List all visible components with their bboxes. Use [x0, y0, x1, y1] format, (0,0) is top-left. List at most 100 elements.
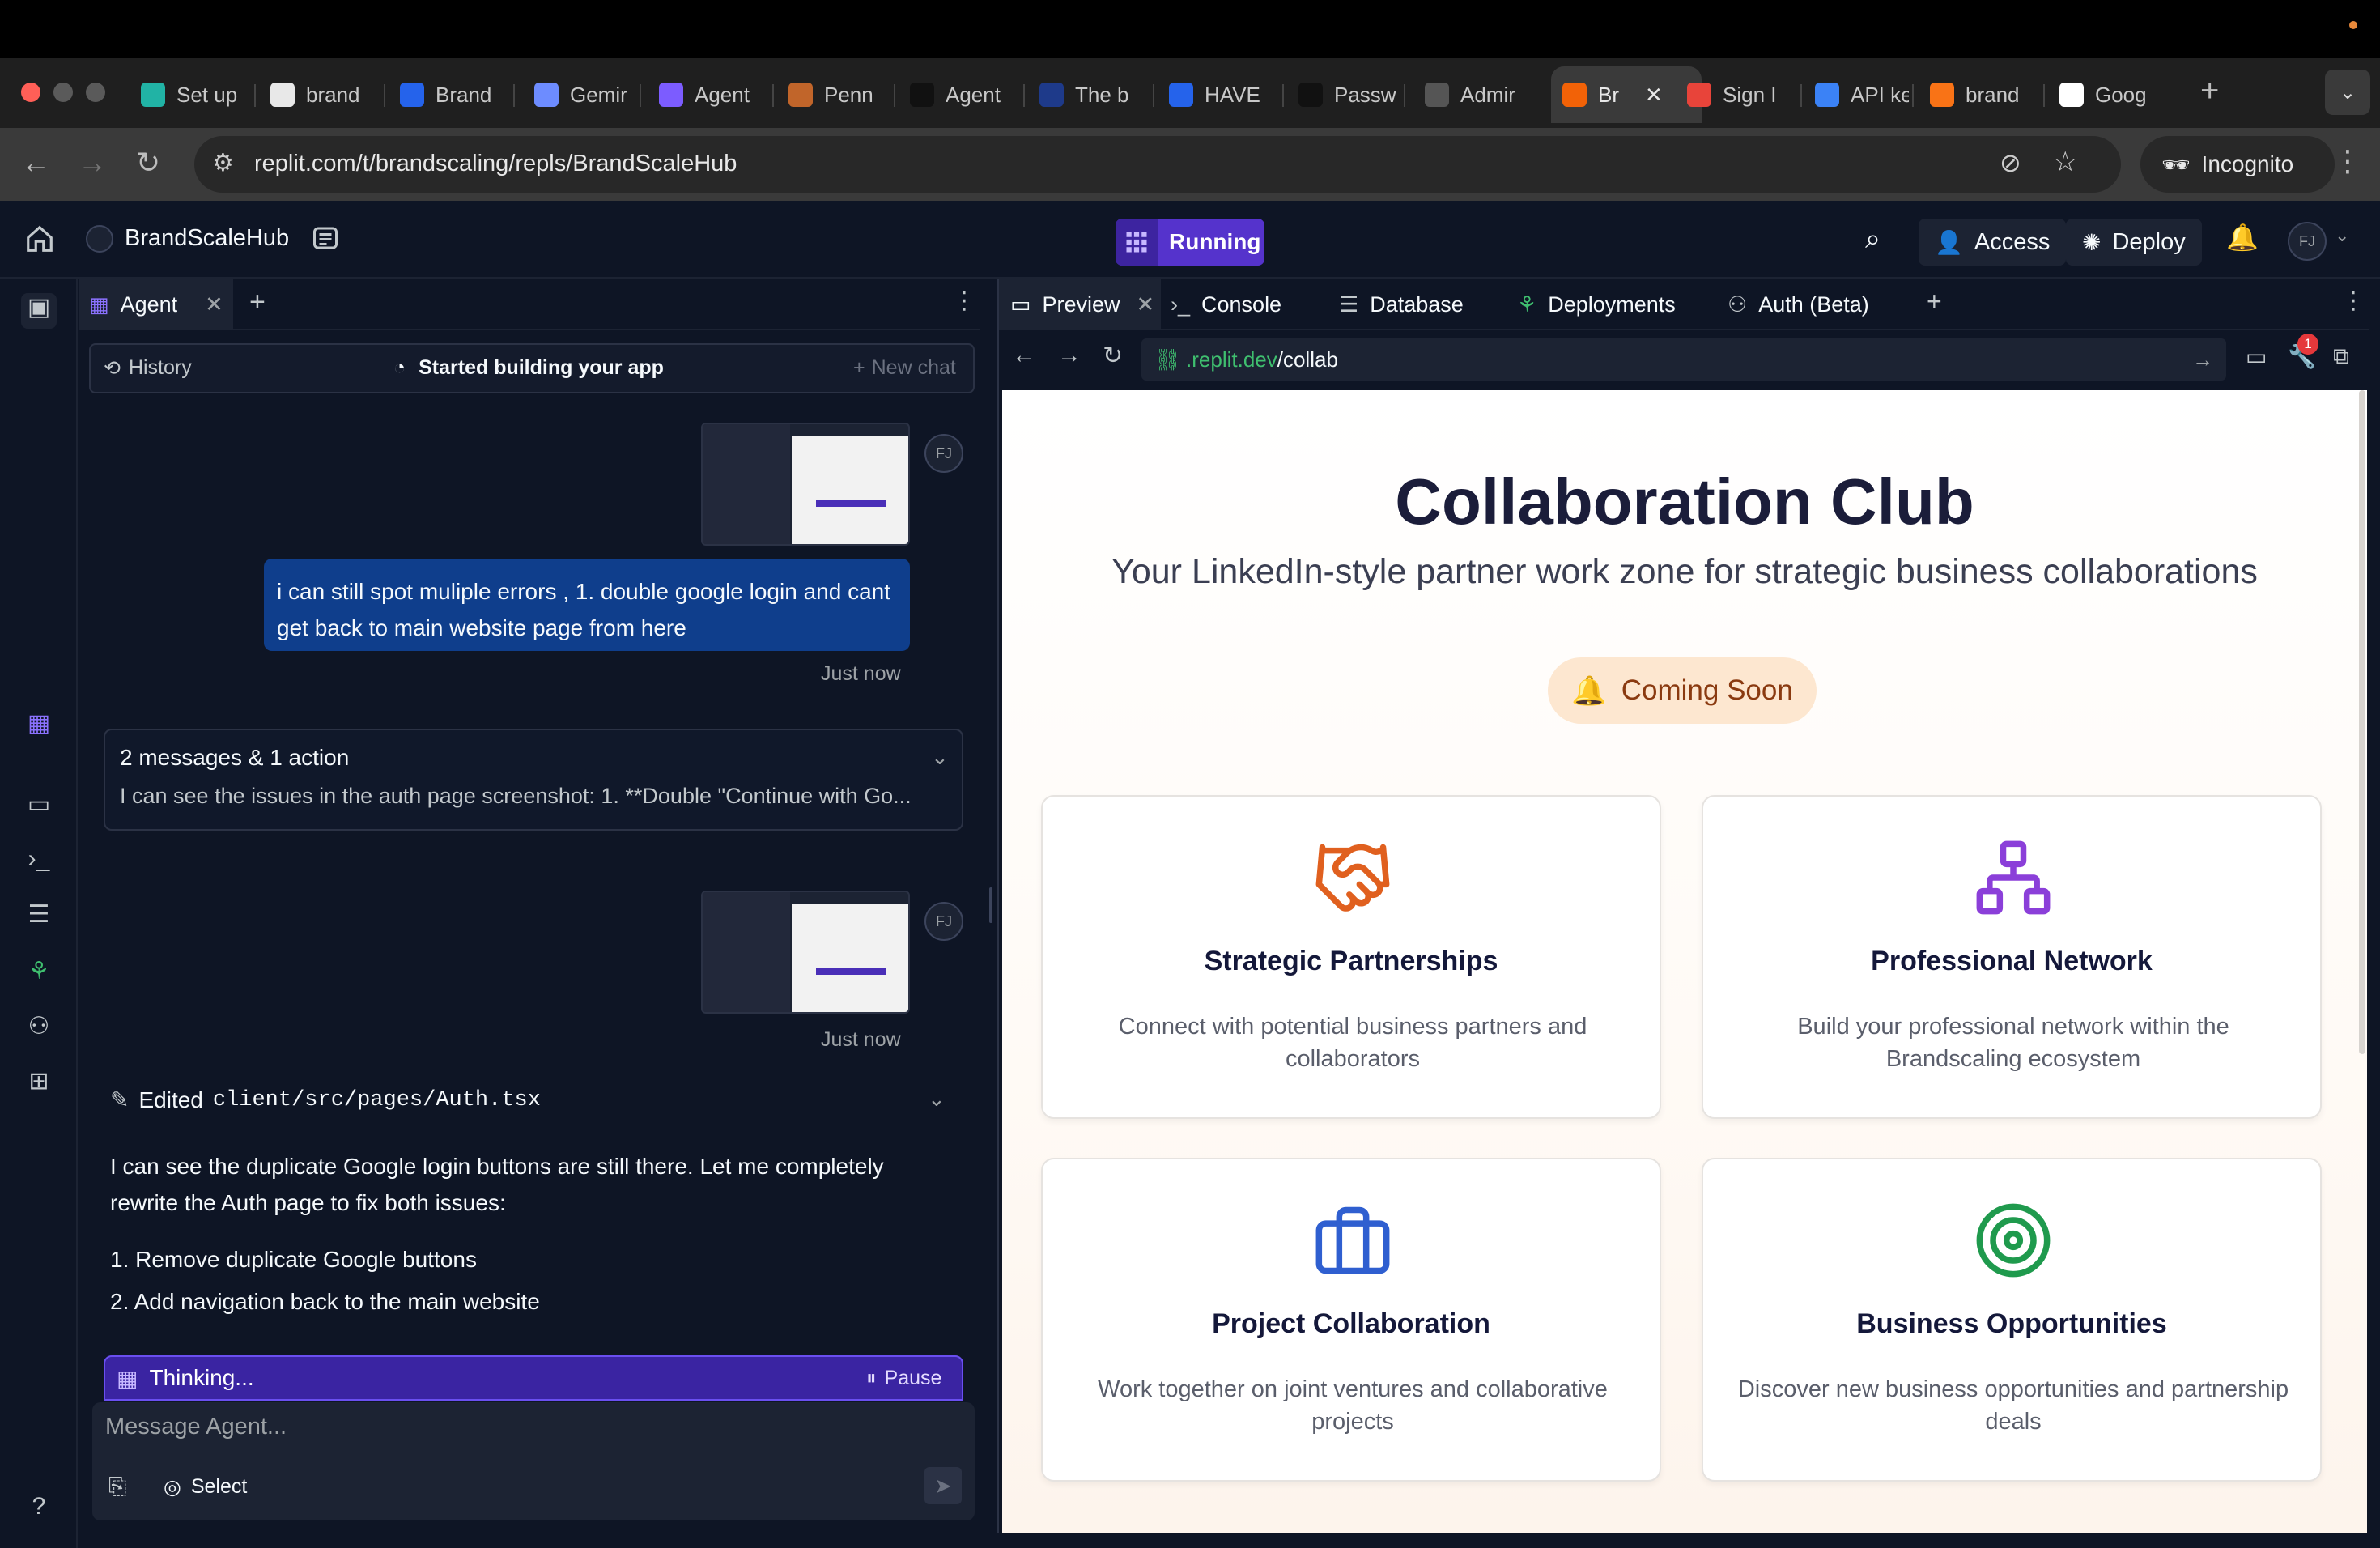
user-initials: FJ: [2299, 232, 2315, 249]
tab-deployments[interactable]: ⚘ Deployments: [1517, 279, 1676, 330]
browser-tab[interactable]: Set up: [130, 66, 251, 123]
tab-search-button[interactable]: ⌄: [2325, 70, 2370, 115]
go-arrow-icon[interactable]: →: [2192, 347, 2213, 372]
new-chat-button[interactable]: + New chat: [853, 356, 956, 380]
tab-console[interactable]: ›_ Console: [1171, 279, 1281, 330]
browser-tab[interactable]: API ke: [1804, 66, 1909, 123]
browser-tab[interactable]: Brand: [389, 66, 510, 123]
deployments-tool-icon[interactable]: ⚘: [24, 957, 53, 986]
run-status-button[interactable]: Running: [1116, 219, 1264, 266]
tab-database[interactable]: ☰ Database: [1339, 279, 1464, 330]
new-tab-button[interactable]: +: [2200, 73, 2219, 109]
handshake-icon: [1312, 837, 1393, 918]
panel-menu-icon[interactable]: ⋮: [2341, 287, 2365, 315]
site-info-icon[interactable]: ⚙: [212, 149, 234, 177]
minimize-window-button[interactable]: [53, 83, 73, 102]
tab-separator: [1912, 84, 1914, 107]
browser-tab[interactable]: Goog: [2048, 66, 2170, 123]
edited-file-row[interactable]: ✎ Edited client/src/pages/Auth.tsx: [110, 1087, 541, 1113]
incognito-badge[interactable]: 🕶 Incognito: [2140, 136, 2335, 193]
preview-forward-icon[interactable]: →: [1057, 342, 1082, 369]
edit-file-icon: ✎: [110, 1087, 130, 1112]
zoom-window-button[interactable]: [86, 83, 105, 102]
eye-off-icon[interactable]: ⊘: [2000, 147, 2021, 178]
back-icon[interactable]: ←: [21, 146, 50, 180]
tab-separator: [384, 84, 385, 107]
preview-back-icon[interactable]: ←: [1012, 342, 1036, 369]
database-tool-icon[interactable]: ☰: [24, 900, 53, 929]
open-new-window-icon[interactable]: ⧉: [2333, 343, 2349, 370]
browser-tab[interactable]: Passw: [1287, 66, 1400, 123]
device-preview-icon[interactable]: ▭: [2246, 343, 2267, 370]
reload-icon[interactable]: ↻: [136, 146, 160, 180]
all-tools-icon[interactable]: ⊞: [24, 1067, 53, 1096]
tab-agent[interactable]: ▦ Agent ✕: [79, 279, 233, 330]
search-icon[interactable]: ⌕: [1865, 223, 1881, 255]
tab-auth[interactable]: ⚇ Auth (Beta): [1728, 279, 1869, 330]
add-tab-button[interactable]: +: [1927, 287, 1942, 317]
send-button[interactable]: ➤: [924, 1467, 962, 1504]
project-files-icon[interactable]: [311, 223, 342, 254]
browser-tab[interactable]: Gemir: [523, 66, 636, 123]
close-window-button[interactable]: [21, 83, 40, 102]
auth-tool-icon[interactable]: ⚇: [24, 1012, 53, 1041]
deployments-icon: ⚘: [1517, 291, 1537, 317]
browser-tab[interactable]: The b: [1028, 66, 1150, 123]
project-name[interactable]: BrandScaleHub: [125, 225, 289, 252]
preview-reload-icon[interactable]: ↻: [1103, 342, 1123, 370]
add-tab-button[interactable]: +: [249, 287, 266, 318]
console-tool-icon[interactable]: ›_: [24, 845, 53, 874]
home-icon[interactable]: [24, 223, 55, 254]
close-tab-icon[interactable]: ✕: [1645, 83, 1663, 108]
screenshot-attachment[interactable]: [701, 891, 910, 1014]
browser-tab-label: Sign I: [1723, 82, 1777, 107]
pause-button[interactable]: ⏸ Pause: [866, 1367, 941, 1390]
forward-icon[interactable]: →: [78, 146, 107, 180]
screenshot-attachment[interactable]: [701, 423, 910, 546]
panel-resize-handle[interactable]: [989, 887, 992, 923]
feature-card: Project Collaboration Work together on j…: [1041, 1158, 1661, 1482]
preview-url-field[interactable]: ⛓ .replit.dev/collab →: [1141, 338, 2226, 381]
pause-icon: ⏸: [866, 1367, 877, 1389]
browser-tab[interactable]: HAVE: [1158, 66, 1279, 123]
tab-preview[interactable]: ▭ Preview ✕: [999, 279, 1161, 330]
browser-tab[interactable]: brand: [1919, 66, 2040, 123]
close-tab-icon[interactable]: ✕: [205, 292, 223, 317]
browser-tab[interactable]: Agent: [648, 66, 769, 123]
browser-tab[interactable]: brand: [259, 66, 380, 123]
help-icon[interactable]: ?: [24, 1493, 53, 1522]
panel-menu-icon[interactable]: ⋮: [952, 287, 976, 315]
bookmark-star-icon[interactable]: ☆: [2053, 146, 2077, 178]
page-title: Collaboration Club: [1395, 466, 1974, 538]
bell-icon: 🔔: [1571, 674, 1607, 707]
agent-tool-icon[interactable]: ▣: [21, 293, 57, 329]
address-bar[interactable]: ⚙ replit.com/t/brandscaling/repls/BrandS…: [194, 136, 2121, 193]
expand-chevron-icon[interactable]: ⌄: [931, 745, 949, 770]
preview-scrollbar[interactable]: [2359, 390, 2365, 1054]
browser-tab-label: Agent: [946, 82, 1001, 107]
user-message-bubble: i can still spot muliple errors , 1. dou…: [264, 559, 910, 651]
browser-tab-label: Brand: [436, 82, 492, 107]
agent-actions-summary[interactable]: 2 messages & 1 action ⌄ I can see the is…: [104, 729, 963, 831]
replit-tool-icon[interactable]: ▦: [24, 709, 53, 738]
browser-tab[interactable]: Admir: [1413, 66, 1535, 123]
browser-tab[interactable]: Sign I: [1676, 66, 1797, 123]
preview-tool-icon[interactable]: ▭: [24, 790, 53, 819]
avatar-chevron-icon[interactable]: ⌄: [2335, 225, 2349, 246]
message-input[interactable]: Message Agent...: [105, 1414, 287, 1440]
browser-tab[interactable]: Agent: [899, 66, 1020, 123]
deploy-button[interactable]: ✺ Deploy: [2066, 219, 2202, 266]
access-button[interactable]: 👤 Access: [1919, 219, 2067, 266]
browser-tab-label: HAVE: [1205, 82, 1260, 107]
attach-icon[interactable]: ⎘: [108, 1474, 126, 1500]
browser-menu-icon[interactable]: ⋮: [2333, 144, 2362, 178]
notifications-bell-icon[interactable]: 🔔: [2226, 222, 2259, 253]
select-element-button[interactable]: ◎ Select: [164, 1475, 247, 1499]
expand-chevron-icon[interactable]: ⌄: [928, 1087, 946, 1112]
user-avatar[interactable]: FJ: [2288, 222, 2327, 261]
history-button[interactable]: ⟲ History: [104, 356, 192, 381]
agent-response-list-item: 1. Remove duplicate Google buttons: [110, 1247, 477, 1272]
browser-tab[interactable]: Penn: [777, 66, 890, 123]
card-description: Build your professional network within t…: [1797, 1014, 2229, 1072]
close-tab-icon[interactable]: ✕: [1137, 292, 1155, 317]
